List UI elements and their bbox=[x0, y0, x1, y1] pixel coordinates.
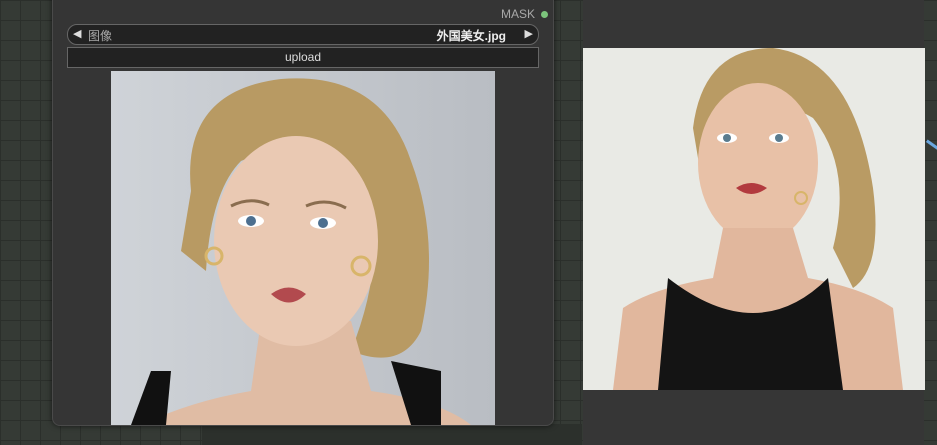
portrait-output bbox=[583, 48, 925, 390]
connection-link bbox=[925, 139, 937, 154]
load-image-node[interactable]: MASK ◀ 图像 外国美女.jpg ▶ upload bbox=[52, 0, 554, 426]
canvas-panel bbox=[202, 424, 582, 445]
arrow-right-icon[interactable]: ▶ bbox=[525, 27, 533, 40]
portrait-image bbox=[111, 71, 495, 425]
output-dot-icon[interactable] bbox=[541, 11, 548, 18]
upload-button[interactable]: upload bbox=[67, 47, 539, 68]
arrow-left-icon[interactable]: ◀ bbox=[73, 27, 81, 40]
image-select-value: 外国美女.jpg bbox=[436, 29, 506, 43]
image-select-combo[interactable]: ◀ 图像 外国美女.jpg ▶ bbox=[67, 24, 539, 45]
output-image bbox=[583, 48, 925, 390]
image-preview bbox=[111, 71, 495, 425]
image-select-label: 图像 bbox=[88, 29, 113, 43]
mask-output-label: MASK bbox=[500, 7, 535, 21]
